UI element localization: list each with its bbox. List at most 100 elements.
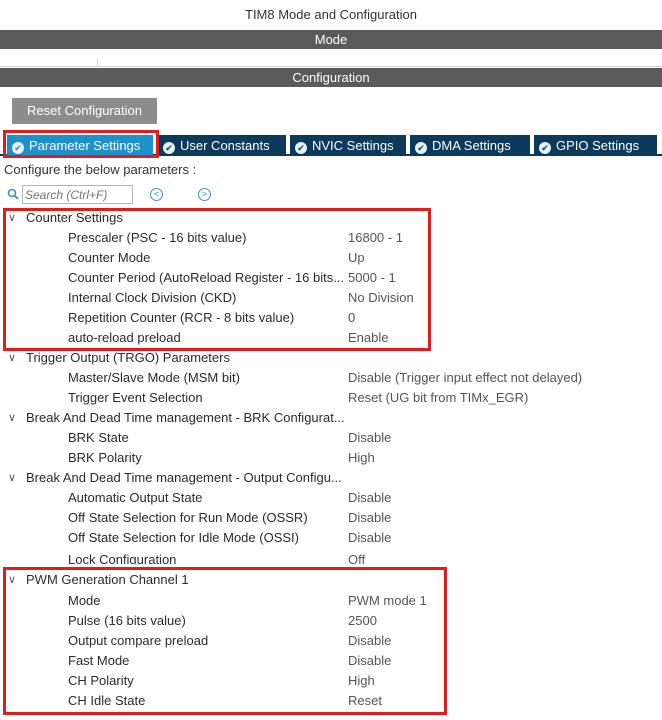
tab-user-constants[interactable]: ✔ User Constants	[158, 135, 286, 156]
param-value[interactable]: Disable (Trigger input effect not delaye…	[348, 368, 582, 388]
param-name: Pulse (16 bits value)	[68, 613, 186, 628]
param-value[interactable]: No Division	[348, 288, 414, 308]
param-row[interactable]: Pulse (16 bits value) 2500	[0, 611, 662, 631]
param-row[interactable]: Off State Selection for Run Mode (OSSR) D…	[0, 508, 662, 528]
param-value[interactable]: PWM mode 1	[348, 591, 427, 611]
param-name: Repetition Counter (RCR - 8 bits value)	[68, 310, 295, 325]
param-value[interactable]: 16800 - 1	[348, 228, 403, 248]
param-value[interactable]: Off	[348, 550, 365, 564]
chevron-down-icon[interactable]: ∨	[8, 468, 16, 488]
group-counter-settings[interactable]: ∨ Counter Settings	[0, 208, 662, 228]
group-label: PWM Generation Channel 1	[26, 572, 189, 587]
checkmark-icon: ✔	[295, 142, 307, 154]
param-value[interactable]: High	[348, 671, 375, 691]
checkmark-icon: ✔	[539, 142, 551, 154]
param-row[interactable]: Fast Mode Disable	[0, 651, 662, 671]
reset-configuration-button[interactable]: Reset Configuration	[12, 98, 157, 124]
mode-section-header[interactable]: Mode	[0, 30, 662, 49]
param-row[interactable]: Trigger Event Selection Reset (UG bit fro…	[0, 388, 662, 408]
group-label: Counter Settings	[26, 210, 123, 225]
param-name: auto-reload preload	[68, 330, 181, 345]
param-row[interactable]: Counter Mode Up	[0, 248, 662, 268]
param-row[interactable]: Off State Selection for Idle Mode (OSSI)…	[0, 528, 662, 548]
group-label: Break And Dead Time management - Output …	[26, 470, 342, 485]
param-row[interactable]: Internal Clock Division (CKD) No Division	[0, 288, 662, 308]
checkmark-icon: ✔	[415, 142, 427, 154]
param-value[interactable]: Disable	[348, 508, 391, 528]
param-value[interactable]: Reset (UG bit from TIMx_EGR)	[348, 388, 528, 408]
search-previous-icon[interactable]: <	[150, 188, 163, 201]
param-value[interactable]: Enable	[348, 328, 388, 348]
param-name: Prescaler (PSC - 16 bits value)	[68, 230, 247, 245]
param-row[interactable]: CH Idle State Reset	[0, 691, 662, 711]
param-value[interactable]: Disable	[348, 428, 391, 448]
param-value[interactable]: 0	[348, 308, 355, 328]
search-next-icon[interactable]: >	[198, 188, 211, 201]
window-title: TIM8 Mode and Configuration	[0, 0, 662, 30]
param-value[interactable]: Up	[348, 248, 365, 268]
group-pwm-channel-1[interactable]: ∨ PWM Generation Channel 1	[0, 570, 662, 590]
tab-gpio-settings[interactable]: ✔ GPIO Settings	[534, 135, 657, 156]
param-name: BRK State	[68, 430, 129, 445]
param-row[interactable]: Mode PWM mode 1	[0, 591, 662, 611]
splitter-handle[interactable]	[97, 59, 98, 67]
tab-label: User Constants	[180, 138, 270, 153]
param-name: Off State Selection for Idle Mode (OSSI)	[68, 530, 299, 545]
param-name: Counter Mode	[68, 250, 151, 265]
group-label: Trigger Output (TRGO) Parameters	[26, 350, 230, 365]
group-label: Break And Dead Time management - BRK Con…	[26, 410, 345, 425]
search-icon[interactable]	[7, 188, 19, 200]
configure-instructions: Configure the below parameters :	[4, 162, 197, 177]
param-value[interactable]: 2500	[348, 611, 377, 631]
tab-label: GPIO Settings	[556, 138, 640, 153]
group-trigger-output[interactable]: ∨ Trigger Output (TRGO) Parameters	[0, 348, 662, 368]
param-name: Fast Mode	[68, 653, 130, 668]
param-name: Automatic Output State	[68, 490, 203, 505]
param-name: Counter Period (AutoReload Register - 16…	[68, 270, 345, 285]
param-name: BRK Polarity	[68, 450, 142, 465]
tab-parameter-settings[interactable]: ✔ Parameter Settings	[7, 135, 153, 156]
chevron-down-icon[interactable]: ∨	[8, 348, 16, 368]
chevron-down-icon[interactable]: ∨	[8, 208, 16, 228]
mode-panel	[0, 49, 662, 67]
tab-label: Parameter Settings	[29, 138, 141, 153]
param-name: CH Idle State	[68, 693, 146, 708]
param-row[interactable]: Output compare preload Disable	[0, 631, 662, 651]
param-name: Mode	[68, 593, 101, 608]
param-row[interactable]: BRK Polarity High	[0, 448, 662, 468]
param-value[interactable]: 5000 - 1	[348, 268, 396, 288]
param-row[interactable]: Repetition Counter (RCR - 8 bits value) 0	[0, 308, 662, 328]
param-name: CH Polarity	[68, 673, 134, 688]
chevron-down-icon[interactable]: ∨	[8, 408, 16, 428]
search-input[interactable]	[22, 185, 133, 204]
tab-dma-settings[interactable]: ✔ DMA Settings	[410, 135, 530, 156]
param-name: Off State Selection for Run Mode (OSSR)	[68, 510, 308, 525]
param-row[interactable]: BRK State Disable	[0, 428, 662, 448]
group-output-configuration[interactable]: ∨ Break And Dead Time management - Output…	[0, 468, 662, 488]
param-name: Master/Slave Mode (MSM bit)	[68, 370, 240, 385]
configuration-section-header[interactable]: Configuration	[0, 68, 662, 87]
group-brk-configuration[interactable]: ∨ Break And Dead Time management - BRK Co…	[0, 408, 662, 428]
param-row[interactable]: Counter Period (AutoReload Register - 16…	[0, 268, 662, 288]
tab-label: NVIC Settings	[312, 138, 394, 153]
param-row[interactable]: Lock Configuration Off	[0, 550, 662, 564]
param-row[interactable]: Master/Slave Mode (MSM bit) Disable (Trig…	[0, 368, 662, 388]
param-name: Output compare preload	[68, 633, 209, 648]
param-value[interactable]: Disable	[348, 631, 391, 651]
tab-nvic-settings[interactable]: ✔ NVIC Settings	[290, 135, 406, 156]
checkmark-icon: ✔	[12, 142, 24, 154]
checkmark-icon: ✔	[163, 142, 175, 154]
param-row[interactable]: CH Polarity High	[0, 671, 662, 691]
param-row[interactable]: auto-reload preload Enable	[0, 328, 662, 348]
param-value[interactable]: High	[348, 448, 375, 468]
param-value[interactable]: Disable	[348, 651, 391, 671]
param-value[interactable]: Reset	[348, 691, 382, 711]
param-row[interactable]: Automatic Output State Disable	[0, 488, 662, 508]
chevron-down-icon[interactable]: ∨	[8, 570, 16, 590]
param-value[interactable]: Disable	[348, 528, 391, 548]
param-value[interactable]: Disable	[348, 488, 391, 508]
settings-tab-strip: ✔ Parameter Settings ✔ User Constants ✔ NVI…	[0, 132, 662, 156]
param-name: Internal Clock Division (CKD)	[68, 290, 237, 305]
param-row[interactable]: Prescaler (PSC - 16 bits value) 16800 - 1	[0, 228, 662, 248]
param-name: Trigger Event Selection	[68, 390, 203, 405]
